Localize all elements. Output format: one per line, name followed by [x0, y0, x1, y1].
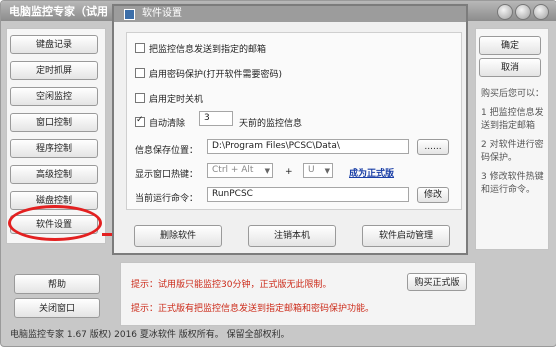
- copyright-status: 电脑监控专家 1.67 版权) 2016 夏冰软件 版权所有。 保留全部权利。: [10, 330, 290, 340]
- sidebar-item-timed-screenshot[interactable]: 定时抓屏: [10, 61, 98, 80]
- help-item-1: 1 把监控信息发送到指定邮箱: [481, 108, 544, 131]
- browse-button[interactable]: ......: [417, 139, 449, 155]
- autoclear-suffix: 天前的监控信息: [239, 119, 303, 129]
- ok-button[interactable]: 确定: [479, 36, 541, 55]
- settings-icon: [124, 9, 135, 20]
- chevron-down-icon: ▼: [264, 167, 270, 175]
- close-window-button[interactable]: 关闭窗口: [14, 298, 100, 318]
- hotkey-key-select[interactable]: U ▼: [303, 163, 333, 178]
- hotkey-modifier-value: Ctrl + Alt: [212, 165, 254, 175]
- cancel-button[interactable]: 取消: [479, 58, 541, 77]
- app-title: 电脑监控专家（试用: [9, 5, 108, 18]
- autoclear-days-input[interactable]: 3: [199, 111, 233, 126]
- save-location-input[interactable]: D:\Program Files\PCSC\Data\: [207, 139, 409, 154]
- upgrade-link[interactable]: 成为正式版: [349, 166, 394, 179]
- minimize-icon[interactable]: [497, 4, 513, 20]
- password-option-label: 启用密码保护(打开软件需要密码): [149, 70, 283, 80]
- tip-trial-limit: 提示：试用版只能监控30分钟，正式版无此限制。: [131, 280, 332, 290]
- unregister-button[interactable]: 注销本机: [248, 225, 336, 247]
- email-option-label: 把监控信息发送到指定的邮箱: [149, 45, 267, 55]
- dialog-title: 软件设置: [142, 8, 182, 19]
- sidebar-item-advanced-control[interactable]: 高级控制: [10, 165, 98, 184]
- autoclear-checkbox[interactable]: [135, 115, 145, 127]
- tips-panel: 提示：试用版只能监控30分钟，正式版无此限制。 提示：正式版有把监控信息发送到指…: [120, 262, 476, 326]
- sidebar-item-keyboard-log[interactable]: 键盘记录: [10, 35, 98, 54]
- run-command-input[interactable]: RunPCSC: [207, 187, 409, 202]
- help-item-3: 3 修改软件热键和运行命令。: [481, 172, 544, 195]
- run-command-label: 当前运行命令：: [135, 194, 199, 204]
- purchase-benefits: 购买后您可以： 1 把监控信息发送到指定邮箱 2 对软件进行密码保护。 3 修改…: [481, 88, 545, 203]
- startup-manager-button[interactable]: 软件启动管理: [362, 225, 450, 247]
- email-checkbox[interactable]: [135, 43, 145, 53]
- help-item-2: 2 对软件进行密码保护。: [481, 140, 544, 163]
- shutdown-checkbox[interactable]: [135, 93, 145, 103]
- hotkey-plus: +: [285, 167, 293, 177]
- dialog-title-bar: 软件设置: [114, 6, 466, 22]
- settings-panel: 把监控信息发送到指定的邮箱 启用密码保护(打开软件需要密码) 启用定时关机 自动…: [126, 32, 462, 210]
- hotkey-key-value: U: [308, 165, 315, 175]
- hotkey-modifier-select[interactable]: Ctrl + Alt ▼: [207, 163, 273, 178]
- highlight-circle: [8, 205, 102, 241]
- help-button[interactable]: 帮助: [14, 274, 100, 294]
- buy-button[interactable]: 购买正式版: [407, 273, 467, 291]
- hotkey-label: 显示窗口热键：: [135, 170, 199, 180]
- delete-software-button[interactable]: 删除软件: [134, 225, 222, 247]
- modify-button[interactable]: 修改: [417, 187, 449, 203]
- chevron-down-icon: ▼: [324, 167, 330, 175]
- maximize-icon[interactable]: [515, 4, 531, 20]
- sidebar-item-idle-monitor[interactable]: 空闲监控: [10, 87, 98, 106]
- close-icon[interactable]: [533, 4, 549, 20]
- password-checkbox[interactable]: [135, 68, 145, 78]
- sidebar-item-program-control[interactable]: 程序控制: [10, 139, 98, 158]
- save-location-label: 信息保存位置：: [135, 146, 199, 156]
- shutdown-option-label: 启用定时关机: [149, 95, 204, 105]
- settings-dialog: 软件设置 把监控信息发送到指定的邮箱 启用密码保护(打开软件需要密码) 启用定时…: [112, 4, 468, 255]
- help-intro: 购买后您可以：: [481, 89, 545, 99]
- autoclear-option-label: 自动清除: [149, 119, 186, 129]
- sidebar-item-window-control[interactable]: 窗口控制: [10, 113, 98, 132]
- tip-pro-features: 提示：正式版有把监控信息发送到指定邮箱和密码保护功能。: [131, 304, 375, 314]
